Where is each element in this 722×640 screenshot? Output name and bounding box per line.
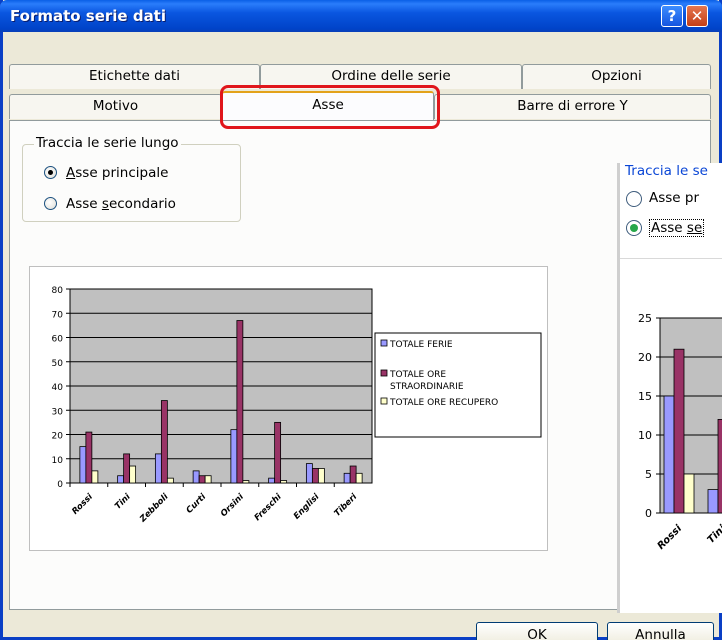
- bar: [355, 472, 363, 484]
- y-tick-label: 25: [638, 312, 652, 325]
- cancel-button[interactable]: Annulla: [607, 622, 714, 640]
- bar: [663, 395, 675, 514]
- x-tick-label: Englisi: [292, 491, 322, 521]
- y-tick-label: 15: [638, 390, 652, 403]
- bar: [305, 463, 313, 484]
- y-tick-label: 20: [638, 351, 652, 364]
- radio-selected-dot: [48, 170, 53, 175]
- legend-label: TOTALE ORE RECUPERO: [389, 398, 498, 408]
- bar: [166, 477, 174, 484]
- y-tick-label: 40: [52, 383, 64, 393]
- radio-label[interactable]: Asse principale: [66, 165, 168, 181]
- y-tick-label: 10: [638, 429, 652, 442]
- bar: [129, 465, 137, 484]
- close-button[interactable]: ✕: [686, 5, 708, 27]
- bar: [268, 477, 276, 484]
- tab-opzioni[interactable]: Opzioni: [522, 64, 711, 89]
- bar: [717, 418, 722, 514]
- dialog-title: Formato serie dati: [10, 7, 166, 25]
- legend-swatch: [380, 339, 388, 347]
- y-tick-label: 10: [52, 456, 64, 466]
- bar: [79, 446, 87, 484]
- y-tick-label: 0: [57, 480, 63, 490]
- help-button[interactable]: ?: [661, 5, 683, 27]
- bar: [123, 453, 131, 484]
- bar: [160, 400, 168, 484]
- bar: [343, 472, 351, 484]
- bar: [280, 480, 288, 484]
- legend-swatch: [380, 369, 388, 377]
- legend-label: STRAORDINARIE: [390, 382, 464, 392]
- legend-label: TOTALE FERIE: [389, 340, 453, 350]
- bar: [117, 475, 125, 484]
- x-tick-label: Rossi: [656, 523, 685, 552]
- bar: [198, 475, 206, 484]
- x-tick-label: Tini: [706, 523, 722, 546]
- bar: [204, 475, 212, 484]
- highlight-annotation: [220, 85, 440, 129]
- bar: [317, 468, 325, 484]
- bar: [274, 421, 282, 484]
- bar: [673, 348, 685, 514]
- bar: [85, 431, 93, 484]
- overlay-panel: Traccia le se Asse pr Asse se 25 20 15 10 5 0…: [617, 163, 722, 613]
- y-tick-label: 60: [52, 335, 64, 345]
- tab-motivo[interactable]: Motivo: [9, 94, 222, 119]
- y-tick-label: 20: [52, 432, 64, 442]
- bar: [242, 480, 250, 484]
- bar: [154, 453, 162, 484]
- legend-label: TOTALE ORE: [389, 370, 446, 380]
- overlay-chart: 2520151050RossiTiniZe: [638, 312, 722, 552]
- bar: [236, 320, 244, 484]
- y-tick-label: 80: [52, 286, 64, 296]
- bar: [230, 429, 238, 484]
- y-tick-label: 50: [52, 359, 64, 369]
- tab-barre-errore-y[interactable]: Barre di errore Y: [434, 94, 711, 119]
- tab-etichette-dati[interactable]: Etichette dati: [9, 64, 260, 89]
- y-tick-label: 0: [645, 507, 652, 520]
- y-tick-label: 70: [52, 310, 64, 320]
- plot-series-group-label: Traccia le serie lungo: [34, 135, 181, 151]
- legend-swatch: [380, 397, 388, 405]
- radio-button[interactable]: [44, 197, 57, 210]
- x-tick-label: Rossi: [70, 491, 96, 517]
- bar: [192, 470, 200, 484]
- y-tick-label: 30: [52, 407, 64, 417]
- x-tick-label: Tiberi: [333, 491, 360, 518]
- x-tick-label: Orsini: [219, 491, 247, 519]
- x-tick-label: Freschi: [253, 491, 285, 523]
- radio-button[interactable]: [44, 166, 57, 179]
- bar: [311, 468, 319, 484]
- title-bar: Formato serie dati ? ✕: [0, 0, 722, 32]
- y-tick-label: 5: [645, 468, 652, 481]
- ok-button[interactable]: OK: [476, 622, 598, 640]
- x-tick-label: Curti: [185, 491, 209, 515]
- radio-label[interactable]: Asse secondario: [66, 196, 176, 212]
- x-tick-label: Zebboli: [137, 491, 171, 525]
- bar: [683, 473, 695, 514]
- bar-chart: 0 10 20 30 40 50 60 70 80 Rossi Tini Zebboli Curti Or…: [52, 286, 542, 525]
- bar: [707, 489, 719, 514]
- bar: [349, 465, 357, 484]
- bar: [91, 470, 99, 484]
- x-tick-label: Tini: [113, 491, 133, 511]
- chart-preview: 0 10 20 30 40 50 60 70 80 Rossi Tini Zebboli Curti Or…: [29, 266, 548, 551]
